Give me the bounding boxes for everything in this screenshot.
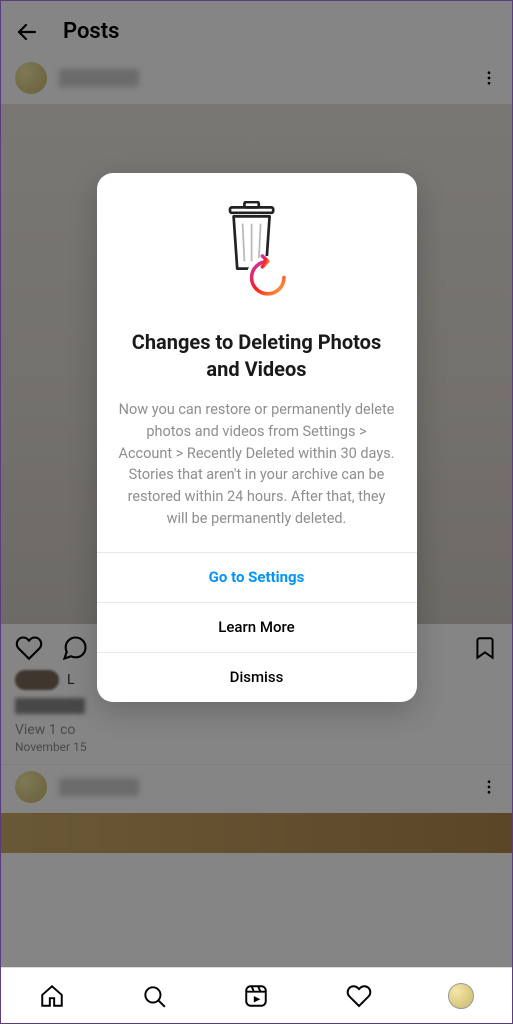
home-icon[interactable] bbox=[39, 983, 65, 1009]
go-to-settings-button[interactable]: Go to Settings bbox=[97, 552, 417, 602]
delete-changes-dialog: Changes to Deleting Photos and Videos No… bbox=[97, 173, 417, 702]
dialog-description: Now you can restore or permanently delet… bbox=[119, 399, 395, 530]
profile-avatar[interactable] bbox=[448, 983, 474, 1009]
learn-more-button[interactable]: Learn More bbox=[97, 602, 417, 652]
activity-icon[interactable] bbox=[346, 983, 372, 1009]
dialog-title: Changes to Deleting Photos and Videos bbox=[119, 329, 395, 383]
bottom-nav bbox=[1, 967, 512, 1023]
trash-restore-icon bbox=[212, 201, 302, 311]
dismiss-button[interactable]: Dismiss bbox=[97, 652, 417, 702]
search-icon[interactable] bbox=[141, 983, 167, 1009]
reels-icon[interactable] bbox=[243, 983, 269, 1009]
